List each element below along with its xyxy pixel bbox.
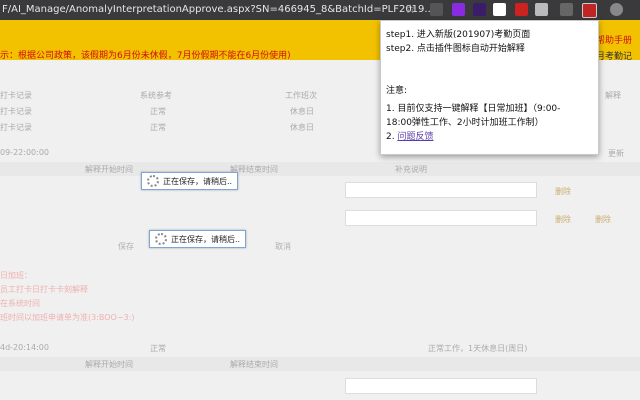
avatar[interactable] <box>610 3 623 16</box>
cell: 打卡记录 <box>0 107 32 116</box>
popup-note-title: 注意: <box>386 86 408 96</box>
extension-popup: step1. 进入新版(201907)考勤页面 step2. 点击插件图标自动开… <box>380 20 599 155</box>
cell: 打卡记录 <box>0 123 32 132</box>
extension-icon-2[interactable] <box>452 3 465 16</box>
sub-header-row: 解释开始时间 解释结束时间 补充说明 <box>0 164 640 180</box>
active-extension-icon[interactable] <box>582 3 597 18</box>
extension-icon-6[interactable] <box>535 3 548 16</box>
popup-step1: step1. 进入新版(201907)考勤页面 <box>386 30 531 40</box>
extension-icon-7[interactable] <box>560 3 573 16</box>
popup-step2: step2. 点击插件图标自动开始解释 <box>386 44 525 54</box>
browser-url-bar: F/AI_Manage/AnomalyInterpretationApprove… <box>0 0 640 20</box>
bookmark-star-icon[interactable]: ☆ <box>405 2 416 16</box>
cell: 休息日 <box>290 123 314 132</box>
saving-toast: 正在保存，请稍后.. <box>141 172 239 190</box>
update-link[interactable]: 更新 <box>608 148 624 159</box>
cell: 09-22:00:00 <box>0 148 49 157</box>
extension-icon-4[interactable] <box>493 3 506 16</box>
extension-icon-3[interactable] <box>473 3 486 16</box>
delete-button[interactable]: 删除 <box>555 186 571 197</box>
col-header: 解释开始时间 <box>85 360 133 369</box>
delete-button-2[interactable]: 删除 <box>555 214 571 225</box>
col-header: 系统参考 <box>140 91 172 100</box>
saving-toast-2: 正在保存，请稍后.. <box>149 230 247 248</box>
col-header: 补充说明 <box>395 165 427 174</box>
note-line: 员工打卡日打卡卡刻解释 <box>0 285 88 294</box>
col-header: 解释结束时间 <box>230 360 278 369</box>
cell: 4d-20:14:00 <box>0 343 49 352</box>
remark-input[interactable] <box>345 182 537 198</box>
note-line: 日加班： <box>0 271 32 280</box>
delete-button-3[interactable]: 删除 <box>595 214 611 225</box>
remark-input-3[interactable] <box>345 378 537 394</box>
col-header: 解释开始时间 <box>85 165 133 174</box>
cell: 休息日 <box>290 107 314 116</box>
popup-note2: 2. 问题反馈 <box>386 129 433 142</box>
extension-icon-5[interactable] <box>515 3 528 16</box>
note-line: 在系统时间 <box>0 299 40 308</box>
col-header: 打卡记录 <box>0 91 32 100</box>
cell: 正常工作，1天休息日(周日) <box>428 344 528 353</box>
col-header: 工作班次 <box>285 91 317 100</box>
save-button[interactable]: 保存 <box>118 241 134 252</box>
cell: 正常 <box>150 123 166 132</box>
popup-note1: 1. 目前仅支持一键解释【日常加班】（9:00- <box>386 104 561 114</box>
spinner-icon <box>147 175 159 187</box>
toast-text: 正在保存，请稍后.. <box>171 234 241 244</box>
spinner-icon <box>155 233 167 245</box>
help-manual-link[interactable]: 帮助手册 <box>596 33 632 46</box>
url-text[interactable]: F/AI_Manage/AnomalyInterpretationApprove… <box>2 4 434 15</box>
col-header: 解释 <box>605 91 621 100</box>
toast-text: 正在保存，请稍后.. <box>163 176 233 186</box>
remark-input-2[interactable] <box>345 210 537 226</box>
feedback-link[interactable]: 问题反馈 <box>397 132 433 142</box>
note-line: 班时间以加班申请单为准(3:BOO~3:) <box>0 313 135 322</box>
extension-icon-1[interactable] <box>430 3 443 16</box>
sub-header-row-2: 解释开始时间 解释结束时间 <box>0 359 640 375</box>
note2-prefix: 2. <box>386 132 395 142</box>
cancel-button[interactable]: 取消 <box>275 241 291 252</box>
popup-note1b: 18:00弹性工作、2小时计加班工作制） <box>386 118 544 128</box>
cell: 正常 <box>150 344 166 353</box>
cell: 正常 <box>150 107 166 116</box>
